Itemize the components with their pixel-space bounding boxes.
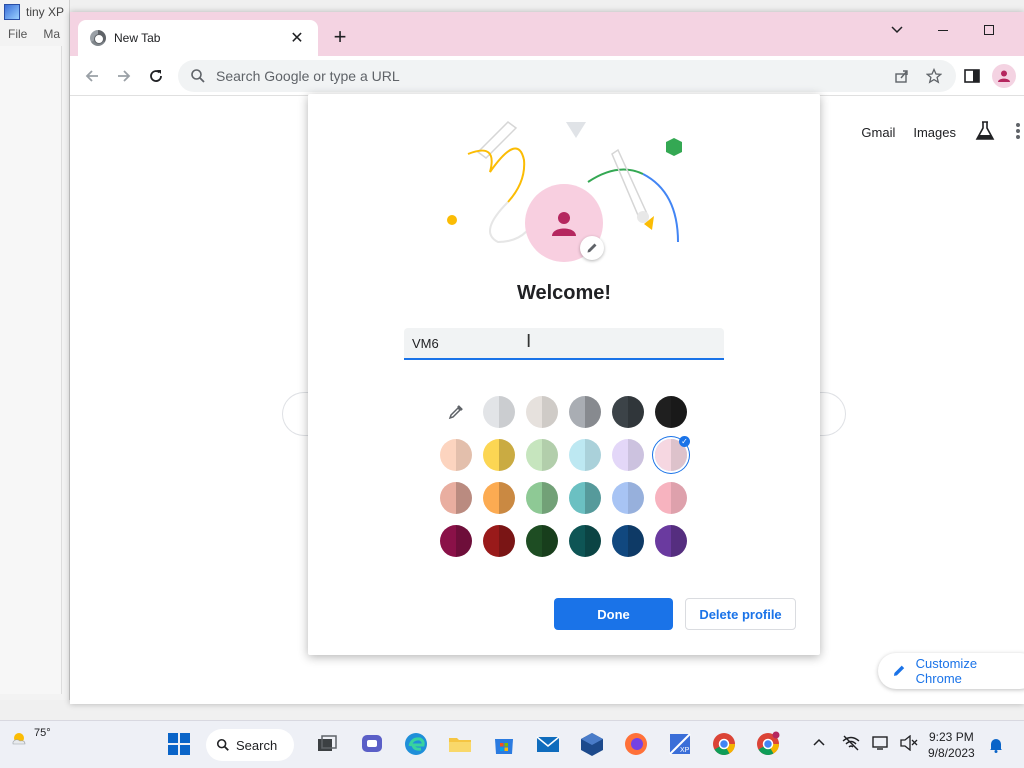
edge-browser-icon[interactable] <box>403 731 429 757</box>
ibeam-cursor-icon: I <box>526 331 532 352</box>
browser-toolbar: Search Google or type a URL <box>70 56 1024 96</box>
color-picker-eyedropper-icon[interactable] <box>440 396 472 428</box>
color-swatch[interactable] <box>440 525 472 557</box>
microsoft-store-icon[interactable] <box>491 731 517 757</box>
omnibox-search-icon <box>191 69 205 83</box>
pencil-icon <box>893 665 905 676</box>
start-windows-icon[interactable] <box>166 731 192 757</box>
tray-chevron-up-icon[interactable] <box>812 735 826 752</box>
color-swatch[interactable] <box>569 396 601 428</box>
tiny-xp-app-icon[interactable]: XP <box>667 731 693 757</box>
color-swatch[interactable] <box>483 396 515 428</box>
done-button[interactable]: Done <box>554 598 673 630</box>
weather-sun-icon <box>12 733 26 745</box>
color-swatch[interactable] <box>526 482 558 514</box>
taskbar-search-label: Search <box>236 737 278 753</box>
chrome-icon <box>90 30 106 46</box>
profile-welcome-dialog: Welcome! I ✓ Done Delete profile <box>308 94 820 655</box>
firefox-icon[interactable] <box>623 731 649 757</box>
omnibox-placeholder: Search Google or type a URL <box>216 68 400 84</box>
side-panel-icon[interactable] <box>962 66 982 86</box>
minimize-button[interactable] <box>920 16 966 44</box>
person-icon <box>552 212 576 236</box>
background-app-menu: File Ma <box>8 27 60 41</box>
color-swatch[interactable] <box>440 439 472 471</box>
notification-bell-icon[interactable] <box>988 737 1004 756</box>
xp-logo-icon <box>4 4 20 20</box>
menu-file[interactable]: File <box>8 27 27 41</box>
tab-new-tab[interactable]: New Tab ✕ <box>78 20 318 56</box>
chat-icon[interactable] <box>359 731 385 757</box>
omnibox[interactable]: Search Google or type a URL <box>178 60 956 92</box>
volume-muted-icon[interactable] <box>900 734 918 754</box>
color-swatch[interactable] <box>569 525 601 557</box>
welcome-heading: Welcome! <box>516 282 612 304</box>
menu-ma[interactable]: Ma <box>43 27 60 41</box>
apps-grid-icon[interactable] <box>1014 120 1024 145</box>
color-swatch[interactable] <box>612 396 644 428</box>
tab-title: New Tab <box>114 31 161 45</box>
color-swatch[interactable] <box>612 439 644 471</box>
bookmark-star-icon[interactable] <box>924 66 944 86</box>
color-swatch[interactable] <box>483 525 515 557</box>
color-swatch[interactable] <box>655 396 687 428</box>
gmail-link[interactable]: Gmail <box>861 125 895 140</box>
background-app-title: tiny XP <box>4 4 64 20</box>
taskbar-search-icon <box>216 738 229 751</box>
clock-time: 9:23 PM <box>929 730 974 744</box>
color-swatch[interactable] <box>526 396 558 428</box>
reload-icon[interactable] <box>144 64 168 88</box>
color-swatch[interactable] <box>612 525 644 557</box>
color-swatch[interactable] <box>483 439 515 471</box>
color-swatch[interactable] <box>526 525 558 557</box>
color-swatch[interactable] <box>569 439 601 471</box>
chrome-taskbar-icon[interactable] <box>711 731 737 757</box>
color-swatch[interactable] <box>569 482 601 514</box>
display-icon[interactable] <box>872 735 890 754</box>
chrome-profile-taskbar-icon[interactable] <box>755 731 781 757</box>
forward-arrow-icon[interactable] <box>112 64 136 88</box>
images-link[interactable]: Images <box>913 125 956 140</box>
labs-flask-icon[interactable] <box>974 120 996 145</box>
taskbar-clock[interactable]: 9:23 PM 9/8/2023 <box>928 729 975 761</box>
task-view-icon[interactable] <box>314 731 340 757</box>
virtualbox-icon[interactable] <box>579 731 605 757</box>
file-explorer-icon[interactable] <box>447 731 473 757</box>
selected-check-icon: ✓ <box>679 436 690 447</box>
background-app-window: tiny XP File Ma <box>0 0 70 700</box>
tab-search-chevron-icon[interactable] <box>874 16 920 44</box>
ntp-top-links: Gmail Images <box>861 120 1024 145</box>
color-swatch[interactable] <box>526 439 558 471</box>
background-app-title-text: tiny XP <box>26 5 65 19</box>
background-app-pane <box>0 46 62 694</box>
weather-temp: 75° <box>34 727 51 739</box>
profile-name-input[interactable] <box>404 328 724 360</box>
network-icon[interactable] <box>842 735 860 754</box>
color-swatch[interactable] <box>655 525 687 557</box>
customize-chrome-label: Customize Chrome <box>915 656 978 686</box>
maximize-button[interactable] <box>966 16 1012 44</box>
color-swatch[interactable] <box>483 482 515 514</box>
weather-widget[interactable]: 75° <box>8 727 51 749</box>
tab-strip: New Tab ✕ + <box>70 12 1024 56</box>
profile-avatar-icon[interactable] <box>992 64 1016 88</box>
tab-close-icon[interactable]: ✕ <box>288 28 306 48</box>
new-tab-button[interactable]: + <box>328 26 352 48</box>
color-swatch[interactable] <box>440 482 472 514</box>
clock-date: 9/8/2023 <box>928 746 975 760</box>
delete-profile-button[interactable]: Delete profile <box>685 598 796 630</box>
back-arrow-icon[interactable] <box>80 64 104 88</box>
mail-icon[interactable] <box>535 731 561 757</box>
svg-text:XP: XP <box>680 747 690 754</box>
avatar-edit-pencil-icon[interactable] <box>580 236 604 260</box>
customize-chrome-button[interactable]: Customize Chrome <box>878 653 1024 689</box>
color-swatch[interactable] <box>612 482 644 514</box>
taskbar-search-button[interactable]: Search <box>206 729 294 761</box>
color-swatch[interactable] <box>655 482 687 514</box>
share-icon[interactable] <box>892 66 912 86</box>
taskbar: 75° Search XP 9:23 PM 9/8/2023 <box>0 720 1024 768</box>
